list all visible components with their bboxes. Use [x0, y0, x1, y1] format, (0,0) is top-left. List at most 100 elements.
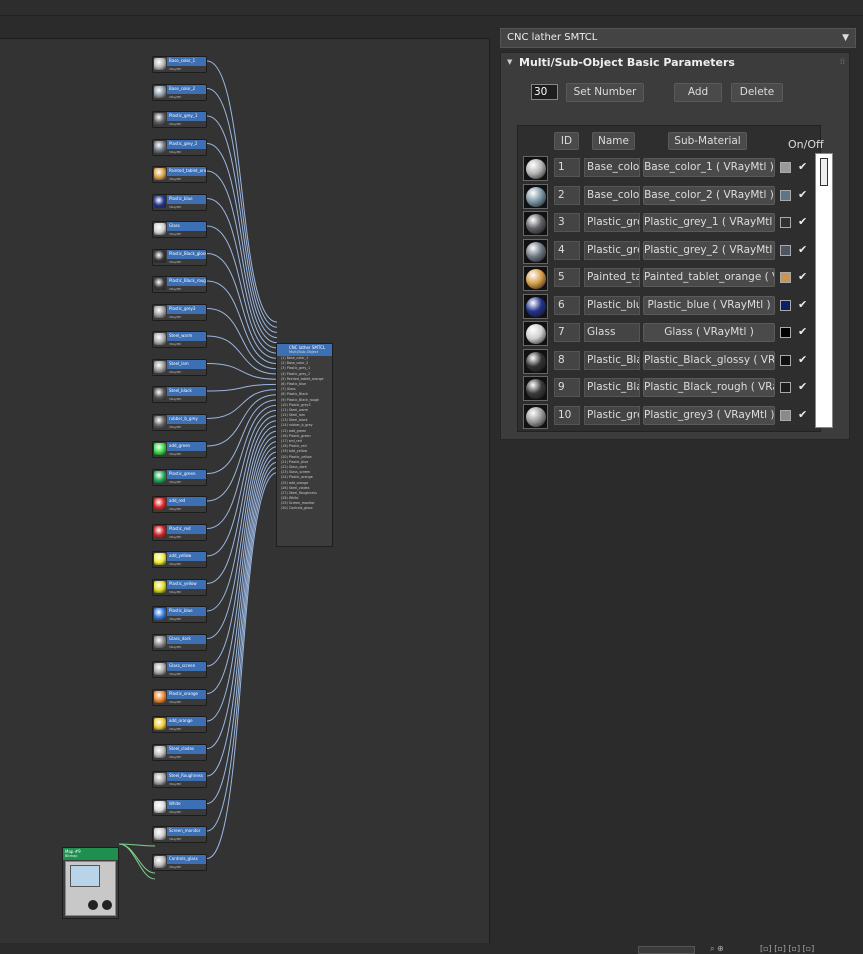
row-id-field[interactable]: 6 [554, 295, 580, 315]
material-node[interactable]: Plastic_blue VRayMtl [152, 606, 207, 623]
material-node[interactable]: Plastic_Black_rough VRayMtl [152, 276, 207, 293]
material-thumbnail[interactable] [523, 403, 548, 429]
dropdown-arrow-icon[interactable]: ▼ [842, 33, 849, 43]
material-node[interactable]: Steel_Roughness VRayMtl [152, 771, 207, 788]
add-button[interactable]: Add [674, 83, 722, 102]
material-node[interactable]: Steel_warm VRayMtl [152, 331, 207, 348]
material-node[interactable]: Glass VRayMtl [152, 221, 207, 238]
material-thumbnail[interactable] [523, 348, 548, 374]
row-on-checkbox[interactable]: ✔ [798, 353, 810, 366]
material-node[interactable]: Glass_screen VRayMtl [152, 661, 207, 678]
material-node[interactable]: Painted_tablet_orange VRayMtl [152, 166, 207, 183]
material-thumbnail[interactable] [523, 321, 548, 346]
row-on-checkbox[interactable]: ✔ [798, 326, 810, 338]
row-id-field[interactable]: 9 [554, 378, 580, 397]
row-submaterial-button[interactable]: Plastic_Black_glossy ( VRa [643, 350, 775, 370]
scrollbar-thumb[interactable] [820, 158, 828, 186]
row-id-field[interactable]: 2 [554, 185, 580, 205]
material-node[interactable]: Steel_lam VRayMtl [152, 358, 207, 376]
material-node[interactable]: Steel_clades VRayMtl [152, 743, 207, 761]
row-color-swatch[interactable] [780, 299, 791, 311]
row-name-field[interactable]: Base_color [584, 185, 640, 205]
row-submaterial-button[interactable]: Plastic_grey_2 ( VRayMtl ) [643, 240, 775, 260]
row-on-checkbox[interactable]: ✔ [798, 243, 810, 256]
row-color-swatch[interactable] [780, 272, 791, 283]
row-submaterial-button[interactable]: Glass ( VRayMtl ) [643, 323, 775, 342]
material-node[interactable]: rubber_b_grey VRayMtl [152, 413, 207, 431]
sort-by-id-button[interactable]: ID [554, 132, 579, 150]
row-on-checkbox[interactable]: ✔ [798, 408, 810, 421]
row-id-field[interactable]: 1 [554, 158, 580, 177]
row-submaterial-button[interactable]: Base_color_1 ( VRayMtl ) [643, 158, 775, 177]
slot-label[interactable]: (30) Controls_glass [277, 506, 332, 511]
node-editor-view[interactable]: Base_color_1 VRayMtl Base_color_2 VRayMtl Pl… [0, 38, 490, 943]
bitmap-node[interactable]: Map #9 Bitmap [62, 847, 119, 919]
sort-by-name-button[interactable]: Name [592, 132, 635, 150]
material-node[interactable]: Base_color_2 VRayMtl [152, 83, 207, 101]
row-color-swatch[interactable] [780, 189, 791, 201]
set-number-button[interactable]: Set Number [566, 83, 644, 102]
collapse-triangle-icon[interactable]: ▼ [507, 58, 512, 66]
row-name-field[interactable]: Plastic_gre [584, 240, 640, 260]
row-name-field[interactable]: Plastic_gre [584, 405, 640, 425]
material-thumbnail[interactable] [523, 376, 548, 401]
row-on-checkbox[interactable]: ✔ [798, 161, 810, 173]
material-node[interactable]: Glass_dark VRayMtl [152, 633, 207, 651]
row-on-checkbox[interactable]: ✔ [798, 381, 810, 393]
row-on-checkbox[interactable]: ✔ [798, 188, 810, 201]
delete-button[interactable]: Delete [731, 83, 783, 102]
row-name-field[interactable]: Plastic_blu [584, 295, 640, 315]
row-id-field[interactable]: 3 [554, 213, 580, 232]
row-color-swatch[interactable] [780, 244, 791, 256]
row-color-swatch[interactable] [780, 162, 791, 173]
material-node[interactable]: Steel_black VRayMtl [152, 386, 207, 403]
material-node[interactable]: add_green VRayMtl [152, 441, 207, 458]
rollout-grip-icon[interactable]: ⁞⁞ [840, 57, 845, 66]
material-node[interactable]: Plastic_blue VRayMtl [152, 193, 207, 211]
material-node[interactable]: add_red VRayMtl [152, 496, 207, 513]
row-name-field[interactable]: Plastic_Bla [584, 350, 640, 370]
row-id-field[interactable]: 10 [554, 405, 580, 425]
row-submaterial-button[interactable]: Painted_tablet_orange ( V [643, 268, 775, 287]
table-scrollbar[interactable] [815, 153, 833, 428]
status-field[interactable] [638, 946, 695, 954]
material-node[interactable]: Plastic_grey3 VRayMtl [152, 303, 207, 321]
material-node[interactable]: Plastic_Black_glossy VRayMtl [152, 248, 207, 266]
material-node[interactable]: Plastic_green VRayMtl [152, 468, 207, 486]
material-thumbnail[interactable] [523, 238, 548, 264]
material-thumbnail[interactable] [523, 266, 548, 291]
material-thumbnail[interactable] [523, 156, 548, 181]
material-node[interactable]: Base_color_1 VRayMtl [152, 56, 207, 73]
row-on-checkbox[interactable]: ✔ [798, 298, 810, 311]
material-node[interactable]: Plastic_yellow VRayMtl [152, 578, 207, 596]
row-on-checkbox[interactable]: ✔ [798, 216, 810, 228]
material-node[interactable]: Screen_monitor VRayMtl [152, 826, 207, 843]
material-thumbnail[interactable] [523, 211, 548, 236]
row-id-field[interactable]: 8 [554, 350, 580, 370]
material-node[interactable]: Controls_glass VRayMtl [152, 853, 207, 871]
row-submaterial-button[interactable]: Plastic_grey3 ( VRayMtl ) [643, 405, 775, 425]
material-selector[interactable]: CNC lather SMTCL ▼ [500, 28, 856, 48]
row-color-swatch[interactable] [780, 354, 791, 366]
row-name-field[interactable]: Glass [584, 323, 640, 342]
row-color-swatch[interactable] [780, 409, 791, 421]
material-thumbnail[interactable] [523, 293, 548, 319]
rollout-title[interactable]: Multi/Sub-Object Basic Parameters [519, 56, 735, 69]
row-id-field[interactable]: 7 [554, 323, 580, 342]
material-node[interactable]: Plastic_grey_2 VRayMtl [152, 138, 207, 156]
material-node[interactable]: Plastic_grey_1 VRayMtl [152, 111, 207, 128]
material-node[interactable]: White VRayMtl [152, 798, 207, 816]
material-node[interactable]: add_orange VRayMtl [152, 716, 207, 733]
material-node[interactable]: Plastic_red VRayMtl [152, 523, 207, 541]
row-color-swatch[interactable] [780, 382, 791, 393]
multi-sub-object-node[interactable]: CNC lather SMTCL Multi/Sub-Object (1) Ba… [276, 343, 333, 547]
row-submaterial-button[interactable]: Plastic_blue ( VRayMtl ) [643, 295, 775, 315]
row-on-checkbox[interactable]: ✔ [798, 271, 810, 283]
row-name-field[interactable]: Plastic_Bla [584, 378, 640, 397]
row-name-field[interactable]: Base_color [584, 158, 640, 177]
row-id-field[interactable]: 4 [554, 240, 580, 260]
material-node[interactable]: add_yellow VRayMtl [152, 551, 207, 568]
zoom-icon[interactable]: ⌕ ⊕ [710, 944, 724, 954]
row-submaterial-button[interactable]: Base_color_2 ( VRayMtl ) [643, 185, 775, 205]
row-name-field[interactable]: Plastic_gre [584, 213, 640, 232]
